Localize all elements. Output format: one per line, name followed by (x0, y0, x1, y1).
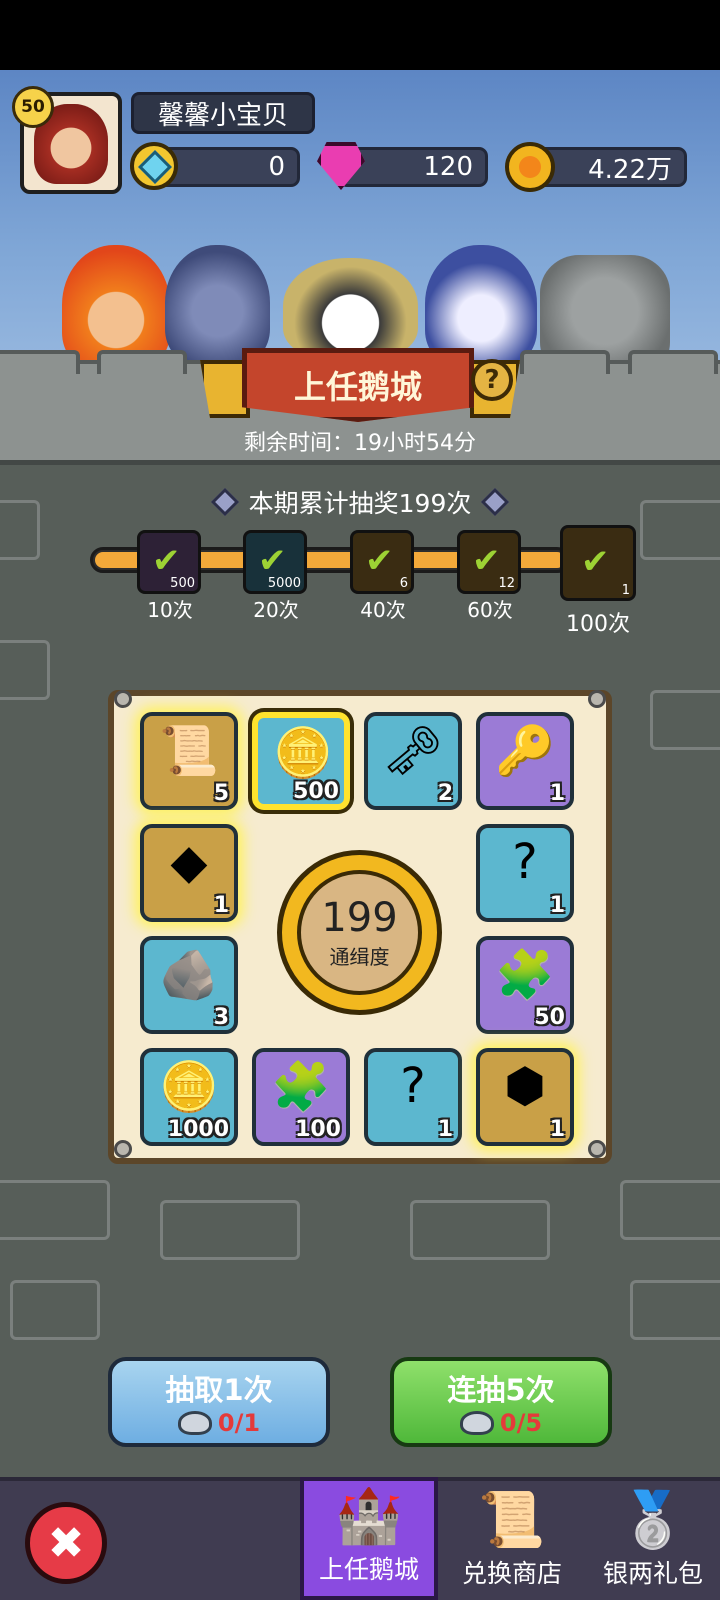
draw-once-button[interactable]: 抽取1次 0/1 (108, 1357, 330, 1447)
milestone-reward-60[interactable]: ✔ 12 (457, 530, 521, 594)
wanted-level-label: 通缉度 (329, 945, 390, 969)
draw-once-label: 抽取1次 (165, 1373, 273, 1407)
milestone-count: 500 (170, 576, 195, 591)
diamond-currency-icon (130, 142, 178, 190)
milestone-count: 5000 (267, 576, 301, 591)
check-icon: ✔ (365, 541, 394, 581)
player-name: 馨馨小宝贝 (131, 92, 315, 134)
hero-dark-elf-icon (165, 245, 270, 365)
tab-exchange-shop[interactable]: 📜 兑换商店 (443, 1477, 581, 1600)
check-icon: ✔ (581, 542, 610, 582)
scroll-icon: 📜 (159, 723, 219, 779)
tab-event[interactable]: 🏰 上任鹅城 (300, 1477, 438, 1600)
reward-tile: 🗝 2 (364, 712, 462, 810)
diamond-deco-icon (481, 487, 510, 517)
hero-panda-icon (283, 258, 418, 358)
draw-five-label: 连抽5次 (447, 1373, 555, 1407)
mystery-banner-icon: ? (400, 1058, 426, 1114)
event-title: 上任鹅城 (242, 348, 474, 422)
tab-silver-pack-label: 银两礼包 (602, 1559, 703, 1588)
amber-gem-icon: ◆ (170, 834, 208, 890)
milestone-reward-20[interactable]: ✔ 5000 (243, 530, 307, 594)
silver-ingot-icon (459, 1411, 494, 1435)
reward-quantity: 1 (213, 893, 229, 918)
status-bar (0, 0, 720, 70)
reward-tile: 🔑 1 (476, 712, 574, 810)
reward-tile: 🧩 50 (476, 936, 574, 1034)
gold-currency-icon (505, 142, 555, 192)
mystery-puzzle-icon: 🧩 (495, 947, 555, 1003)
check-icon: ✔ (152, 541, 181, 581)
wanted-level-value: 199 (321, 895, 398, 941)
tower-icon: 🏰 (335, 1484, 403, 1547)
reward-tile: 🪨 3 (140, 936, 238, 1034)
total-draws-row: 本期累计抽奖199次 (0, 484, 720, 520)
silver-ingot-icon (177, 1411, 212, 1435)
milestone-count: 6 (399, 576, 408, 591)
milestone-label: 100次 (566, 612, 630, 637)
gold-coin-icon: 🪙 (159, 1059, 219, 1115)
reward-quantity: 3 (213, 1005, 229, 1030)
event-timer: 剩余时间：19小时54分 (244, 431, 476, 456)
reward-tile: ⬢ 1 (476, 1048, 574, 1146)
reward-quantity: 50 (534, 1005, 565, 1030)
help-button[interactable]: ? (471, 359, 513, 401)
milestone-count: 12 (498, 576, 515, 591)
gold-key-icon: 🔑 (495, 723, 555, 779)
reward-quantity: 500 (293, 779, 339, 804)
gold-coin-icon: 🪙 (273, 725, 333, 781)
reward-quantity: 5 (213, 781, 229, 806)
draw-five-button[interactable]: 连抽5次 0/5 (390, 1357, 612, 1447)
screen: 50 馨馨小宝贝 0 120 4.22万 上任鹅城 ? 剩余时间：19小时54分… (0, 0, 720, 1600)
reward-tile: ? 1 (476, 824, 574, 922)
wanted-level-dial: 199 通缉度 (277, 850, 442, 1015)
reward-quantity: 1 (549, 1117, 565, 1142)
diamond-deco-icon (210, 487, 239, 517)
reward-tile: 📜 5 (140, 712, 238, 810)
reward-quantity: 1 (549, 893, 565, 918)
reward-quantity: 2 (437, 781, 453, 806)
tab-exchange-shop-label: 兑换商店 (461, 1559, 562, 1588)
draw-once-cost-text: 0/1 (217, 1409, 261, 1437)
silver-ingot-icon: 🥈 (619, 1488, 687, 1551)
reward-tile: 🧩 100 (252, 1048, 350, 1146)
yellow-gem-icon: ⬢ (504, 1058, 546, 1114)
milestone-label: 60次 (467, 598, 513, 622)
milestone-label: 10次 (147, 598, 193, 622)
milestone-label: 20次 (253, 598, 299, 622)
milestone-reward-40[interactable]: ✔ 6 (350, 530, 414, 594)
reward-tile: ? 1 (364, 1048, 462, 1146)
milestone-label: 40次 (360, 598, 406, 622)
tab-silver-pack[interactable]: 🥈 银两礼包 (584, 1477, 720, 1600)
reward-tile: ◆ 1 (140, 824, 238, 922)
silver-key-icon: 🗝 (382, 723, 444, 779)
reward-quantity: 100 (295, 1117, 341, 1142)
tab-event-label: 上任鹅城 (318, 1555, 419, 1584)
mystery-puzzle-icon: 🧩 (271, 1059, 331, 1115)
draw-five-cost-text: 0/5 (499, 1409, 543, 1437)
check-icon: ✔ (258, 541, 287, 581)
player-level-badge: 50 (12, 86, 54, 128)
draw-five-cost: 0/5 (459, 1409, 543, 1437)
close-button[interactable]: ✖ (25, 1502, 107, 1584)
reward-tile: 🪙 500 (252, 712, 350, 810)
milestone-reward-10[interactable]: ✔ 500 (137, 530, 201, 594)
check-icon: ✔ (472, 541, 501, 581)
milestone-count: 1 (621, 583, 630, 598)
rune-stone-icon: 🪨 (159, 947, 219, 1003)
scroll-icon: 📜 (478, 1488, 546, 1551)
draw-once-cost: 0/1 (177, 1409, 261, 1437)
total-draws-text: 本期累计抽奖199次 (248, 489, 472, 518)
milestone-reward-100[interactable]: ✔ 1 (560, 525, 636, 601)
mystery-banner-icon: ? (512, 834, 538, 890)
reward-quantity: 1 (437, 1117, 453, 1142)
reward-tile: 🪙 1000 (140, 1048, 238, 1146)
reward-quantity: 1000 (167, 1117, 229, 1142)
reward-quantity: 1 (549, 781, 565, 806)
